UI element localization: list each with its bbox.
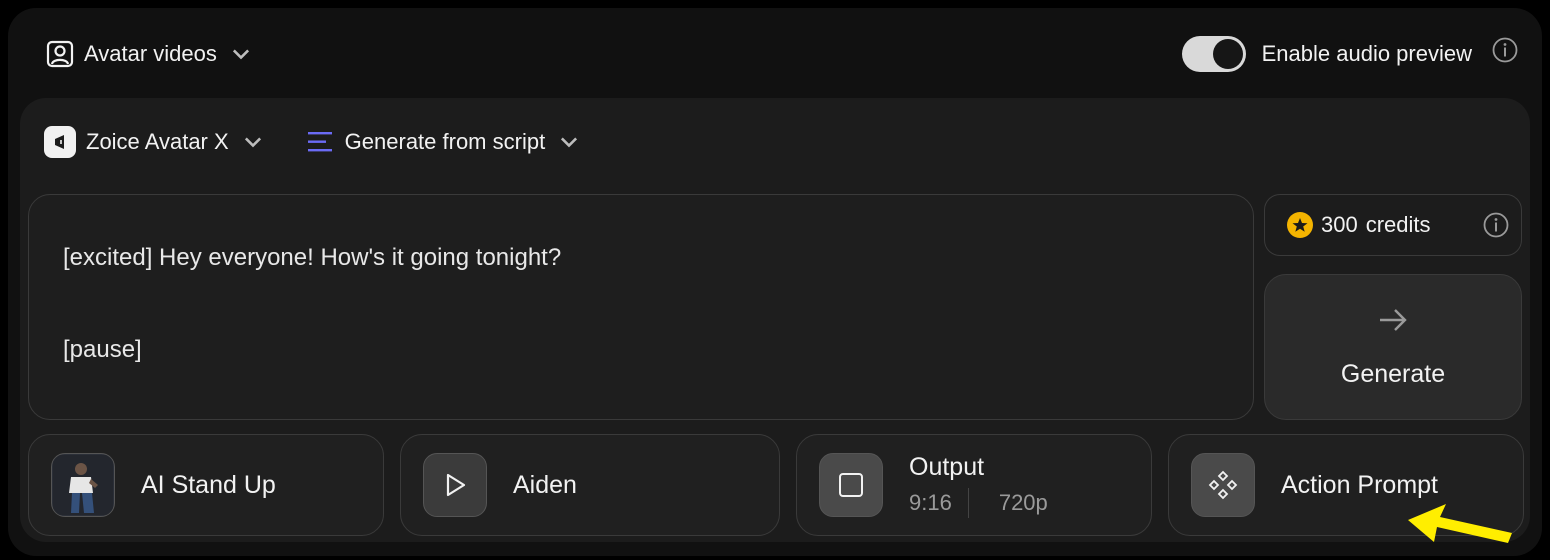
model-label: Zoice Avatar X [86, 129, 229, 154]
aspect-ratio-icon [819, 453, 883, 517]
star-coin-icon [1287, 212, 1313, 238]
selector-row: Zoice Avatar X Generate from script [44, 122, 579, 162]
output-ratio: 9:16 [909, 489, 952, 515]
output-text: Output 9:16 720p [909, 453, 1048, 518]
avatar-selector[interactable]: AI Stand Up [28, 434, 384, 536]
avatar-thumbnail [51, 453, 115, 517]
audio-preview-toggle[interactable] [1181, 36, 1246, 72]
script-line: [pause] [63, 336, 142, 363]
toggle-knob [1212, 39, 1243, 69]
divider [967, 487, 969, 518]
info-icon[interactable] [1483, 212, 1509, 238]
avatar-label: AI Stand Up [141, 470, 276, 499]
chevron-down-icon [561, 137, 578, 148]
credits-amount: 300 [1321, 212, 1358, 237]
arrow-right-icon [1380, 308, 1407, 331]
model-dropdown[interactable]: Zoice Avatar X [44, 126, 263, 158]
credits-unit: credits [1365, 212, 1431, 237]
chevron-down-icon [244, 137, 261, 148]
action-prompt-label: Action Prompt [1281, 470, 1439, 499]
source-label: Generate from script [344, 129, 546, 154]
output-label: Output [909, 452, 985, 481]
voice-label: Aiden [513, 470, 577, 499]
generate-label: Generate [1340, 359, 1446, 388]
script-line: [excited] Hey everyone! How's it going t… [63, 244, 562, 271]
app-frame: Avatar videos Enable audio preview Zoice… [8, 8, 1542, 556]
info-icon[interactable] [1492, 37, 1518, 63]
voice-selector[interactable]: Aiden [400, 434, 780, 536]
text-lines-icon [307, 132, 332, 152]
action-diamonds-icon [1191, 453, 1255, 517]
mode-dropdown[interactable]: Avatar videos [46, 40, 251, 68]
avatar-frame-icon [46, 40, 74, 68]
source-dropdown[interactable]: Generate from script [307, 129, 580, 155]
script-textarea[interactable]: [excited] Hey everyone! How's it going t… [28, 194, 1254, 420]
output-settings[interactable]: Output 9:16 720p [796, 434, 1152, 536]
chevron-down-icon [232, 49, 249, 60]
generation-panel: Zoice Avatar X Generate from script [exc… [20, 98, 1530, 542]
output-details: 9:16 720p [909, 487, 1048, 518]
audio-preview-group: Enable audio preview [1181, 36, 1518, 72]
top-bar: Avatar videos Enable audio preview [8, 8, 1542, 100]
mode-label: Avatar videos [84, 41, 217, 66]
play-icon [423, 453, 487, 517]
audio-preview-label: Enable audio preview [1261, 41, 1472, 66]
output-resolution: 720p [998, 489, 1048, 515]
options-row: AI Stand Up Aiden Output 9:16 720p Actio… [28, 434, 1524, 538]
credits-indicator: 300 credits [1264, 194, 1522, 256]
generate-button[interactable]: Generate [1264, 274, 1522, 420]
zoice-logo-icon [44, 126, 76, 158]
annotation-arrow-icon [1408, 504, 1512, 543]
